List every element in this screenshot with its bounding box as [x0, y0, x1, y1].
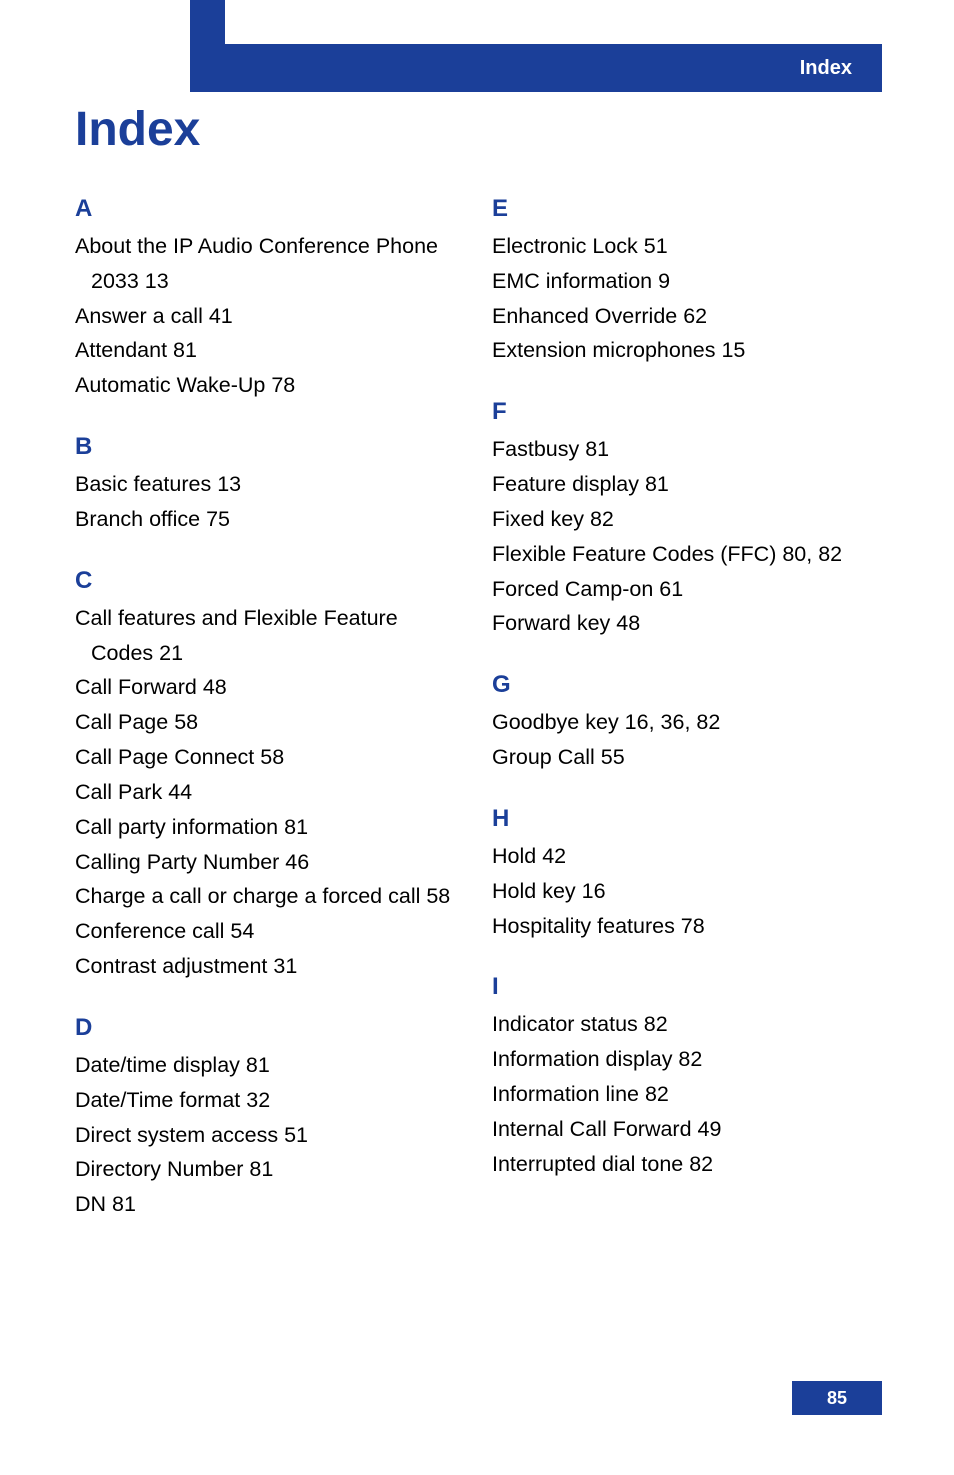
page-number: 85 — [827, 1388, 847, 1409]
index-entry: Call Page Connect 58 — [75, 740, 462, 775]
index-section: A About the IP Audio Conference Phone 203… — [75, 195, 462, 403]
section-letter: H — [492, 805, 879, 833]
index-section: D Date/time display 81Date/Time format 32… — [75, 1014, 462, 1222]
index-entry: Forward key 48 — [492, 606, 879, 641]
index-columns: A About the IP Audio Conference Phone 203… — [75, 195, 879, 1252]
index-entry: Information line 82 — [492, 1077, 879, 1112]
index-entry: Information display 82 — [492, 1042, 879, 1077]
section-letter: E — [492, 195, 879, 223]
index-entry: Internal Call Forward 49 — [492, 1112, 879, 1147]
index-section: F Fastbusy 81Feature display 81Fixed key … — [492, 398, 879, 641]
index-entry: Date/Time format 32 — [75, 1083, 462, 1118]
index-entry: Fastbusy 81 — [492, 432, 879, 467]
index-entry: Hold key 16 — [492, 874, 879, 909]
index-entry: Interrupted dial tone 82 — [492, 1147, 879, 1182]
index-section: C Call features and Flexible Feature Code… — [75, 567, 462, 984]
page-title: Index — [75, 102, 200, 157]
section-letter: F — [492, 398, 879, 426]
index-section: H Hold 42Hold key 16Hospitality features … — [492, 805, 879, 943]
index-entry: Hospitality features 78 — [492, 909, 879, 944]
index-section: G Goodbye key 16, 36, 82Group Call 55 — [492, 671, 879, 775]
section-letter: I — [492, 973, 879, 1001]
index-entry: Call party information 81 — [75, 810, 462, 845]
column-right: E Electronic Lock 51EMC information 9Enha… — [492, 195, 879, 1252]
index-entry: Group Call 55 — [492, 740, 879, 775]
column-left: A About the IP Audio Conference Phone 203… — [75, 195, 462, 1252]
index-entry: Contrast adjustment 31 — [75, 949, 462, 984]
index-entry: Hold 42 — [492, 839, 879, 874]
section-letter: A — [75, 195, 462, 223]
page-number-box: 85 — [792, 1381, 882, 1415]
index-entry: Direct system access 51 — [75, 1118, 462, 1153]
index-entry: Enhanced Override 62 — [492, 299, 879, 334]
index-entry: Call Park 44 — [75, 775, 462, 810]
index-entry: Forced Camp-on 61 — [492, 572, 879, 607]
index-entry: Attendant 81 — [75, 333, 462, 368]
index-entry: Indicator status 82 — [492, 1007, 879, 1042]
header-label: Index — [800, 57, 852, 80]
index-entry: About the IP Audio Conference Phone 2033… — [75, 229, 462, 299]
index-entry: Goodbye key 16, 36, 82 — [492, 705, 879, 740]
index-entry: Call Forward 48 — [75, 670, 462, 705]
index-entry: Calling Party Number 46 — [75, 845, 462, 880]
index-entry: Call Page 58 — [75, 705, 462, 740]
index-entry: Conference call 54 — [75, 914, 462, 949]
index-entry: Call features and Flexible Feature Codes… — [75, 601, 462, 671]
index-entry: DN 81 — [75, 1187, 462, 1222]
header-tab: Index — [225, 44, 882, 92]
section-letter: B — [75, 433, 462, 461]
index-entry: EMC information 9 — [492, 264, 879, 299]
section-letter: G — [492, 671, 879, 699]
index-section: E Electronic Lock 51EMC information 9Enha… — [492, 195, 879, 368]
index-entry: Fixed key 82 — [492, 502, 879, 537]
index-entry: Feature display 81 — [492, 467, 879, 502]
index-entry: Flexible Feature Codes (FFC) 80, 82 — [492, 537, 879, 572]
section-letter: C — [75, 567, 462, 595]
index-section: I Indicator status 82Information display … — [492, 973, 879, 1181]
header-vertical-bar — [190, 0, 225, 92]
index-entry: Extension microphones 15 — [492, 333, 879, 368]
index-entry: Charge a call or charge a forced call 58 — [75, 879, 462, 914]
index-section: B Basic features 13Branch office 75 — [75, 433, 462, 537]
index-entry: Electronic Lock 51 — [492, 229, 879, 264]
index-entry: Answer a call 41 — [75, 299, 462, 334]
index-entry: Branch office 75 — [75, 502, 462, 537]
index-entry: Basic features 13 — [75, 467, 462, 502]
index-entry: Directory Number 81 — [75, 1152, 462, 1187]
index-entry: Date/time display 81 — [75, 1048, 462, 1083]
index-entry: Automatic Wake-Up 78 — [75, 368, 462, 403]
section-letter: D — [75, 1014, 462, 1042]
